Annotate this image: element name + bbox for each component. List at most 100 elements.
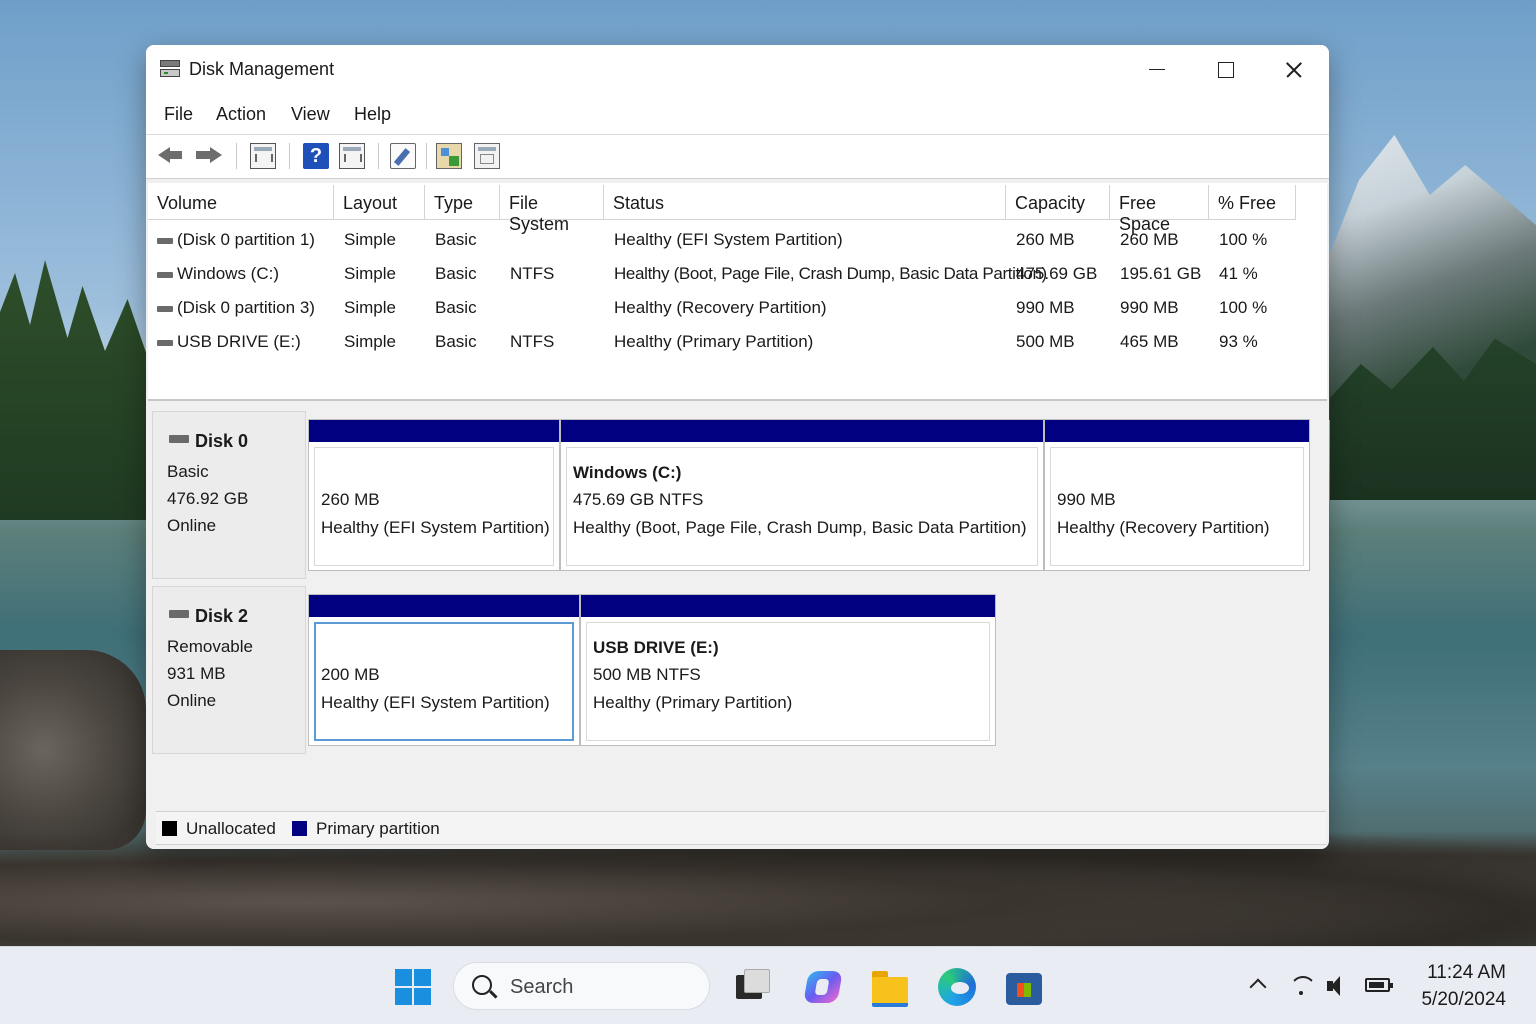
disk-list-icon[interactable] — [250, 143, 276, 169]
menu-file[interactable]: File — [164, 104, 193, 125]
volume-icon — [157, 272, 173, 278]
cell-free-space: 990 MB — [1120, 298, 1179, 317]
cell-file-system: NTFS — [510, 264, 555, 283]
volume-icon — [157, 340, 173, 346]
partition-status: Healthy (EFI System Partition) — [321, 518, 550, 537]
partition-disk0-1[interactable]: 260 MB Healthy (EFI System Partition) — [308, 419, 560, 571]
column-percent-free[interactable]: % Free — [1209, 185, 1296, 219]
partition-disk0-3[interactable]: 990 MB Healthy (Recovery Partition) — [1044, 419, 1310, 571]
partition-size: 500 MB NTFS — [593, 665, 701, 684]
partition-size: 260 MB — [321, 490, 380, 509]
column-layout[interactable]: Layout — [334, 185, 425, 219]
back-arrow-icon[interactable] — [158, 145, 184, 165]
minimize-button[interactable] — [1123, 45, 1191, 93]
window-title: Disk Management — [189, 59, 335, 79]
file-explorer-icon[interactable] — [870, 967, 910, 1007]
partition-title: USB DRIVE (E:) — [593, 638, 719, 657]
legend: Unallocated Primary partition — [156, 811, 1326, 845]
cell-volume: USB DRIVE (E:) — [177, 332, 301, 351]
partition-bar — [309, 595, 579, 617]
cell-percent-free: 41 % — [1219, 264, 1258, 283]
cell-layout: Simple — [344, 264, 396, 283]
partition-status: Healthy (EFI System Partition) — [321, 693, 550, 712]
copilot-icon[interactable] — [802, 967, 842, 1007]
menu-view[interactable]: View — [291, 104, 330, 125]
partition-disk2-1[interactable]: 200 MB Healthy (EFI System Partition) — [308, 594, 580, 746]
legend-unallocated: Unallocated — [186, 819, 276, 838]
edge-icon[interactable] — [937, 967, 977, 1007]
menu-action[interactable]: Action — [216, 104, 266, 125]
partition-body: Windows (C:) 475.69 GB NTFS Healthy (Boo… — [566, 447, 1038, 566]
close-button[interactable] — [1259, 45, 1327, 93]
disk-0-info[interactable]: Disk 0 Basic 476.92 GB Online — [152, 411, 306, 579]
cell-layout: Simple — [344, 230, 396, 249]
partition-bar — [1045, 420, 1309, 442]
cell-status: Healthy (Recovery Partition) — [614, 298, 827, 317]
menu-help[interactable]: Help — [354, 104, 391, 125]
partition-status: Healthy (Primary Partition) — [593, 693, 793, 712]
cell-volume: (Disk 0 partition 1) — [177, 230, 315, 249]
search-input[interactable]: Search — [453, 962, 710, 1010]
column-free-space[interactable]: Free Space — [1110, 185, 1209, 234]
legend-swatch-primary — [292, 821, 307, 836]
toolbar-separator — [378, 143, 379, 169]
cell-capacity: 500 MB — [1016, 332, 1075, 351]
volume-list-header: Volume Layout Type File System Status Ca… — [148, 183, 1296, 234]
partition-size: 200 MB — [321, 665, 380, 684]
column-file-system[interactable]: File System — [500, 185, 604, 234]
cell-capacity: 990 MB — [1016, 298, 1075, 317]
cell-capacity: 475.69 GB — [1016, 264, 1098, 283]
cell-free-space: 465 MB — [1120, 332, 1179, 351]
clock-date[interactable]: 5/20/2024 — [1400, 989, 1506, 1011]
disk-name: Disk 0 — [195, 431, 249, 451]
column-status[interactable]: Status — [604, 185, 1006, 219]
disk-size: 931 MB — [167, 664, 226, 683]
column-volume[interactable]: Volume — [148, 185, 334, 219]
column-capacity[interactable]: Capacity — [1006, 185, 1110, 219]
toolbar-separator — [289, 143, 290, 169]
store-icon[interactable] — [1004, 967, 1044, 1007]
volume-list: Volume Layout Type File System Status Ca… — [148, 183, 1327, 401]
column-type[interactable]: Type — [425, 185, 500, 219]
taskbar: Search 11:24 AM 5/20/2024 — [0, 946, 1536, 1024]
wifi-icon[interactable] — [1288, 973, 1314, 999]
volume-icon[interactable] — [1327, 975, 1353, 997]
disk-size: 476.92 GB — [167, 489, 249, 508]
edit-icon[interactable] — [390, 143, 416, 169]
cell-type: Basic — [435, 264, 477, 283]
partition-windows-c[interactable]: Windows (C:) 475.69 GB NTFS Healthy (Boo… — [560, 419, 1044, 571]
clock-time[interactable]: 11:24 AM — [1400, 962, 1506, 984]
partition-size: 475.69 GB NTFS — [573, 490, 704, 509]
volume-icon — [157, 238, 173, 244]
disk-2-info[interactable]: Disk 2 Removable 931 MB Online — [152, 586, 306, 754]
maximize-button[interactable] — [1191, 45, 1259, 93]
cell-percent-free: 93 % — [1219, 332, 1258, 351]
toolbar-separator — [426, 143, 427, 169]
legend-primary: Primary partition — [316, 819, 440, 838]
cell-status: Healthy (Boot, Page File, Crash Dump, Ba… — [614, 264, 1047, 283]
chevron-up-icon[interactable] — [1249, 978, 1267, 996]
partition-bar — [581, 595, 995, 617]
task-view-icon[interactable] — [732, 967, 772, 1007]
console-tree-icon[interactable] — [339, 143, 365, 169]
help-icon[interactable]: ? — [303, 143, 329, 169]
partition-body: 990 MB Healthy (Recovery Partition) — [1050, 447, 1304, 566]
search-icon — [472, 975, 492, 995]
partition-bar — [309, 420, 559, 442]
forward-arrow-icon[interactable] — [196, 145, 222, 165]
disk-properties-icon[interactable] — [436, 143, 462, 169]
start-icon[interactable] — [395, 969, 431, 1005]
wallpaper-trees-left — [0, 260, 150, 520]
cell-file-system: NTFS — [510, 332, 555, 351]
partition-usb-drive-e[interactable]: USB DRIVE (E:) 500 MB NTFS Healthy (Prim… — [580, 594, 996, 746]
show-hide-icon[interactable] — [474, 143, 500, 169]
legend-swatch-unallocated — [162, 821, 177, 836]
battery-icon[interactable] — [1365, 978, 1393, 992]
disk-icon — [169, 435, 189, 443]
disk-name: Disk 2 — [195, 606, 249, 626]
partition-status: Healthy (Recovery Partition) — [1057, 518, 1270, 537]
partition-title: Windows (C:) — [573, 463, 682, 482]
cell-status: Healthy (EFI System Partition) — [614, 230, 843, 249]
cell-free-space: 195.61 GB — [1120, 264, 1202, 283]
title-bar[interactable]: Disk Management — [146, 45, 1329, 93]
